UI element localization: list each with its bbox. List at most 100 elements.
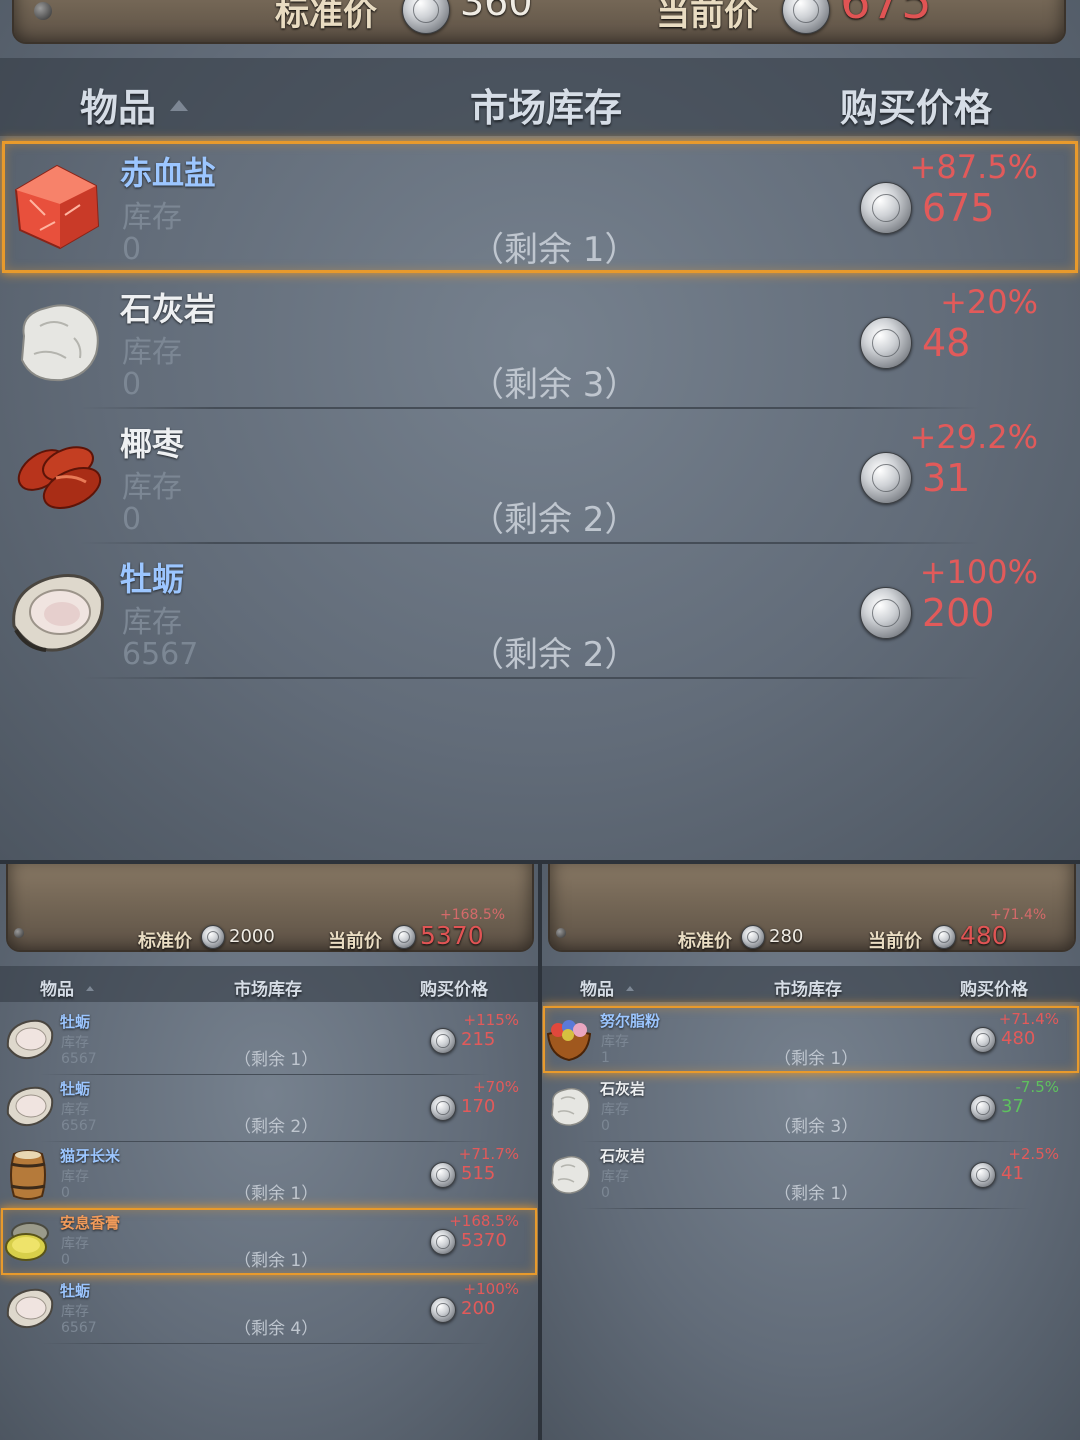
stock-label: 库存 [601, 1034, 629, 1050]
item-name: 安息香膏 [60, 1214, 121, 1232]
stock-label: 库存 [122, 470, 182, 505]
standard-price-value: 360 [460, 0, 533, 24]
remaining-count: （剩余 1） [234, 1184, 319, 1204]
standard-price-label: 标准价 [275, 0, 377, 34]
stock-value: 6567 [61, 1051, 97, 1067]
current-price-value: 5370 [420, 921, 484, 950]
stock-value: 0 [122, 367, 142, 402]
row-divider [40, 1343, 490, 1344]
item-name: 努尔脂粉 [600, 1012, 661, 1030]
silver-coin-icon [430, 1095, 456, 1121]
price-change-percent: -7.5% [1015, 1078, 1059, 1096]
silver-coin-icon [970, 1095, 996, 1121]
stock-label: 库存 [601, 1169, 629, 1185]
column-item-header[interactable]: 物品 [580, 975, 614, 1000]
remaining-count: （剩余 1） [774, 1049, 859, 1069]
remaining-count: （剩余 3） [470, 365, 639, 405]
current-price-value: 480 [960, 921, 1008, 950]
silver-coin-icon [860, 317, 912, 369]
stock-label: 库存 [122, 605, 182, 640]
row-divider [80, 542, 980, 544]
column-stock-header[interactable]: 市场库存 [774, 975, 842, 1000]
buy-price: 515 [461, 1163, 496, 1184]
remaining-count: （剩余 1） [470, 230, 639, 270]
column-price-header[interactable]: 购买价格 [420, 975, 488, 1000]
dates-icon [17, 446, 102, 509]
stock-label: 库存 [61, 1169, 89, 1185]
standard-price-label: 标准价 [138, 931, 192, 952]
limestone-icon [551, 1087, 590, 1126]
column-stock-header[interactable]: 市场库存 [470, 77, 622, 132]
remaining-count: （剩余 4） [234, 1319, 319, 1339]
row-divider [80, 407, 980, 409]
limestone-icon [551, 1155, 590, 1194]
silver-coin-icon [392, 925, 416, 949]
oyster-icon [6, 1019, 54, 1060]
benzoin-balm-icon [5, 1222, 49, 1261]
standard-price-label: 标准价 [678, 931, 732, 952]
market-panel-large: 标准价 360 当前价 675 物品 市场库存 购买价格 赤血盐 库存 0 （剩… [0, 0, 1080, 860]
current-price-label: 当前价 [868, 931, 922, 952]
price-change-percent: +87.5% [909, 148, 1038, 186]
buy-price: 37 [1001, 1096, 1024, 1117]
silver-coin-icon [860, 587, 912, 639]
sort-ascending-icon[interactable] [170, 100, 188, 111]
stock-label: 库存 [61, 1236, 89, 1252]
buy-price: 675 [922, 186, 995, 230]
stock-label: 库存 [122, 335, 182, 370]
buy-price: 48 [922, 321, 971, 365]
column-item-header[interactable]: 物品 [40, 975, 74, 1000]
stock-value: 0 [61, 1185, 70, 1201]
price-change-percent: +29.2% [909, 418, 1038, 456]
silver-coin-icon [741, 925, 765, 949]
nail-icon [556, 928, 566, 938]
oyster-icon [6, 1086, 54, 1127]
limestone-icon [20, 304, 99, 382]
stock-value: 6567 [122, 637, 199, 672]
remaining-count: （剩余 2） [470, 635, 639, 675]
stock-label: 库存 [122, 200, 182, 235]
current-price-label: 当前价 [328, 931, 382, 952]
column-price-header[interactable]: 购买价格 [960, 975, 1028, 1000]
price-change-percent: +100% [919, 553, 1038, 591]
remaining-count: （剩余 2） [470, 500, 639, 540]
remaining-count: （剩余 1） [234, 1251, 319, 1271]
column-stock-header[interactable]: 市场库存 [234, 975, 302, 1000]
silver-coin-icon [430, 1162, 456, 1188]
price-change-percent: +20% [940, 283, 1038, 321]
market-panel-right: +71.4% 标准价 280 当前价 480 物品 市场库存 购买价格 努尔脂粉… [542, 864, 1080, 1440]
remaining-count: （剩余 1） [234, 1050, 319, 1070]
column-item-header[interactable]: 物品 [80, 77, 156, 132]
price-change-percent: +168.5% [449, 1212, 519, 1230]
stock-value: 1 [601, 1050, 610, 1066]
stock-value: 6567 [61, 1320, 97, 1336]
stock-value: 0 [61, 1252, 70, 1268]
powder-bowl-icon [546, 1020, 592, 1062]
stock-value: 0 [122, 232, 142, 267]
remaining-count: （剩余 2） [234, 1117, 319, 1137]
stock-value: 0 [601, 1118, 610, 1134]
item-name: 牡蛎 [120, 560, 185, 598]
buy-price: 480 [1001, 1028, 1036, 1049]
nail-icon [14, 928, 24, 938]
item-name: 石灰岩 [600, 1147, 646, 1165]
silver-coin-icon [430, 1028, 456, 1054]
silver-coin-icon [932, 925, 956, 949]
silver-coin-icon [430, 1229, 456, 1255]
sort-ascending-icon[interactable] [626, 986, 634, 991]
silver-coin-icon [860, 182, 912, 234]
stock-label: 库存 [61, 1035, 89, 1051]
item-name: 牡蛎 [60, 1080, 91, 1098]
item-name: 石灰岩 [600, 1080, 646, 1098]
red-salt-icon [14, 164, 100, 250]
column-price-header[interactable]: 购买价格 [840, 77, 992, 132]
sort-ascending-icon[interactable] [86, 986, 94, 991]
row-divider [80, 677, 980, 679]
stock-label: 库存 [61, 1102, 89, 1118]
item-name: 椰枣 [120, 425, 185, 463]
price-change-percent: +71.4% [998, 1010, 1059, 1028]
rice-barrel-icon [10, 1150, 46, 1200]
row-divider [580, 1208, 1030, 1209]
stock-label: 库存 [61, 1304, 89, 1320]
buy-price: 170 [461, 1096, 496, 1117]
